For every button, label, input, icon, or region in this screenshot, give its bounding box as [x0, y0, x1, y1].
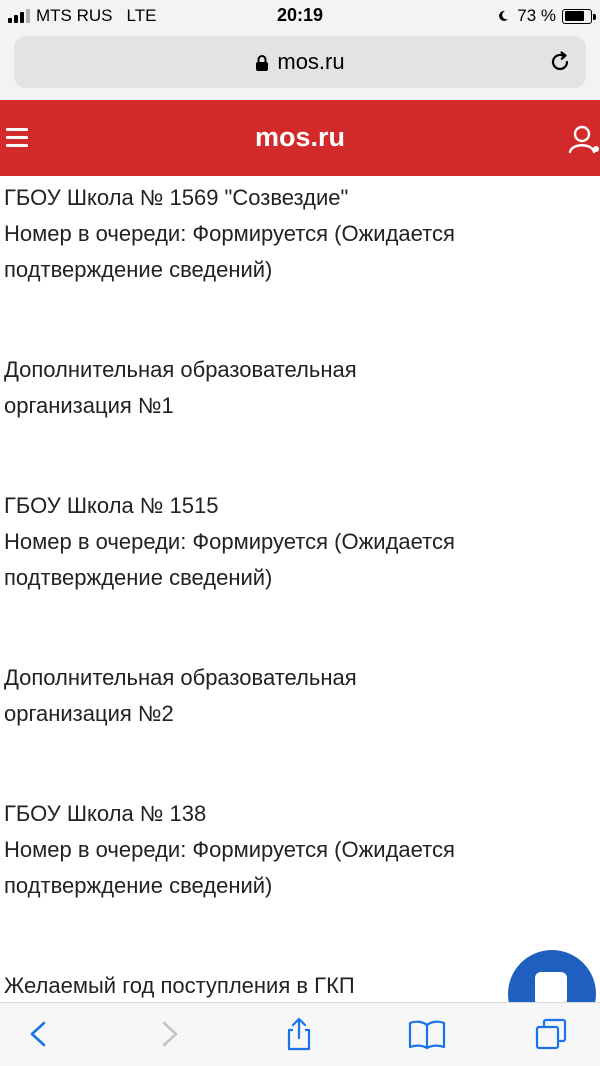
entry-line: организация №2	[4, 701, 174, 726]
lock-icon	[256, 55, 269, 71]
browser-chrome: mos.ru	[0, 32, 600, 100]
list-item: ГБОУ Школа № 1515 Номер в очереди: Форми…	[4, 488, 594, 596]
site-title[interactable]: mos.ru	[0, 122, 600, 153]
entry-title: Желаемый год поступления в ГКП	[4, 973, 355, 998]
application-details: ГБОУ Школа № 1569 "Созвездие" Номер в оч…	[4, 180, 594, 1004]
url-text: mos.ru	[277, 49, 345, 74]
battery-icon	[562, 8, 596, 24]
share-icon[interactable]	[282, 1017, 316, 1051]
entry-title: ГБОУ Школа № 1569 "Созвездие"	[4, 185, 349, 210]
moon-icon	[499, 10, 509, 21]
entry-line: Номер в очереди: Формируется (Ожидается	[4, 529, 455, 554]
list-item: Желаемый год поступления в ГКП	[4, 968, 594, 1004]
list-item: Дополнительная образовательная организац…	[4, 660, 594, 732]
list-item: Дополнительная образовательная организац…	[4, 352, 594, 424]
entry-line: подтверждение сведений)	[4, 257, 273, 282]
bookmarks-icon[interactable]	[408, 1017, 446, 1051]
entry-line: подтверждение сведений)	[4, 873, 273, 898]
site-header: mos.ru	[0, 100, 600, 176]
entry-line: подтверждение сведений)	[4, 565, 273, 590]
entry-title: Дополнительная образовательная	[4, 665, 357, 690]
status-bar: MTS RUS LTE 20:19 73 %	[0, 0, 600, 32]
entry-line: организация №1	[4, 393, 174, 418]
address-bar[interactable]: mos.ru	[14, 36, 586, 88]
chat-icon	[535, 972, 567, 1006]
page: MTS RUS LTE 20:19 73 % mos.ru mos.ru ГБО…	[0, 0, 600, 1066]
entry-title: ГБОУ Школа № 1515	[4, 493, 219, 518]
battery-percent: 73 %	[517, 6, 556, 25]
back-icon[interactable]	[22, 1017, 56, 1051]
browser-toolbar	[0, 1002, 600, 1066]
entry-title: ГБОУ Школа № 138	[4, 801, 207, 826]
entry-title: Дополнительная образовательная	[4, 357, 357, 382]
entry-line: Номер в очереди: Формируется (Ожидается	[4, 837, 455, 862]
tabs-icon[interactable]	[534, 1017, 568, 1051]
user-icon[interactable]	[568, 124, 600, 154]
list-item: ГБОУ Школа № 138 Номер в очереди: Формир…	[4, 796, 594, 904]
forward-icon[interactable]	[152, 1017, 186, 1051]
reload-icon[interactable]	[548, 50, 572, 74]
entry-line: Номер в очереди: Формируется (Ожидается	[4, 221, 455, 246]
url-display[interactable]: mos.ru	[14, 49, 586, 75]
status-right: 73 %	[497, 6, 596, 26]
list-item: ГБОУ Школа № 1569 "Созвездие" Номер в оч…	[4, 180, 594, 288]
